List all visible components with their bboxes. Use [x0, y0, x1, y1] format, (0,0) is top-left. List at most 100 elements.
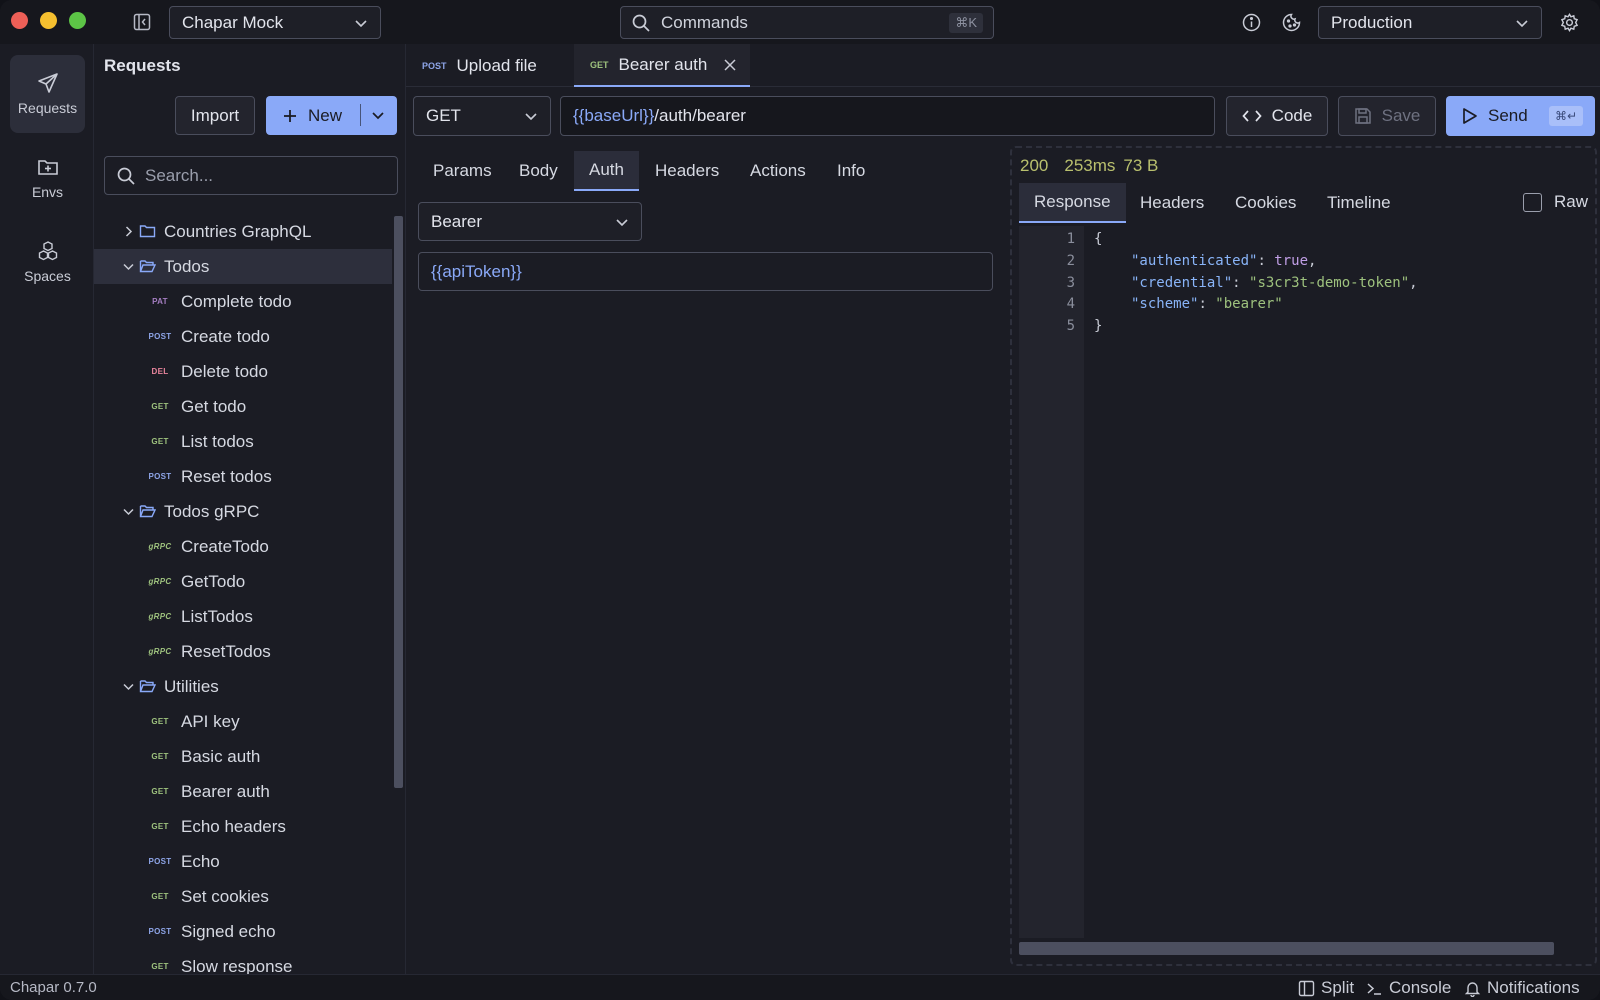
tree-folder-label: Todos	[164, 256, 210, 276]
tab-auth[interactable]: Auth	[574, 151, 639, 191]
activity-spaces[interactable]: Spaces	[10, 223, 85, 301]
tree-scrollbar[interactable]	[394, 216, 403, 788]
gear-icon[interactable]	[1560, 13, 1579, 32]
tree-request-item[interactable]: DEL Delete todo	[94, 354, 392, 389]
tree-request-item[interactable]: gRPC CreateTodo	[94, 529, 392, 564]
close-icon[interactable]	[723, 58, 737, 72]
chevron-right-icon[interactable]	[122, 225, 135, 238]
split-label: Split	[1321, 978, 1355, 997]
sidebar-toggle-icon[interactable]	[133, 13, 151, 31]
requests-panel: Requests Import New Search... Countries …	[94, 44, 406, 974]
raw-toggle[interactable]: Raw	[1523, 192, 1588, 212]
method-badge: GET	[151, 402, 169, 411]
workspace-select[interactable]: Chapar Mock	[169, 6, 381, 39]
tab-method: POST	[422, 60, 447, 71]
bearer-token-input[interactable]: {{apiToken}}	[418, 252, 993, 291]
response-body-editor[interactable]	[1084, 226, 1587, 938]
tab-response-headers[interactable]: Headers	[1125, 183, 1219, 223]
tree-request-item[interactable]: POST Reset todos	[94, 459, 392, 494]
commands-shortcut: ⌘K	[949, 13, 983, 33]
tree-folder-label: Countries GraphQL	[164, 221, 312, 241]
chevron-down-icon[interactable]	[122, 260, 135, 273]
tree-request-item[interactable]: POST Create todo	[94, 319, 392, 354]
json-brace: {	[1094, 231, 1103, 247]
console-button[interactable]: Console	[1366, 978, 1451, 998]
method-badge: POST	[148, 857, 172, 866]
tree-folder[interactable]: Countries GraphQL	[94, 215, 392, 249]
tree-request-item[interactable]: GET Set cookies	[94, 879, 392, 914]
tree-request-item[interactable]: GET Slow response	[94, 949, 392, 975]
tab-body[interactable]: Body	[504, 151, 573, 191]
tree-request-item[interactable]: gRPC ListTodos	[94, 599, 392, 634]
new-button[interactable]: New	[266, 96, 397, 135]
raw-checkbox[interactable]	[1523, 192, 1542, 212]
tab-cookies[interactable]: Cookies	[1220, 183, 1311, 223]
environment-select[interactable]: Production	[1318, 6, 1542, 39]
close-window-button[interactable]	[11, 12, 28, 29]
chevron-down-icon[interactable]	[371, 108, 385, 122]
activity-requests[interactable]: Requests	[10, 55, 85, 133]
url-input[interactable]: {{baseUrl}}/auth/bearer	[560, 96, 1215, 136]
import-button[interactable]: Import	[175, 96, 255, 135]
tree-request-item[interactable]: GET Basic auth	[94, 739, 392, 774]
chevron-down-icon[interactable]	[122, 680, 135, 693]
notifications-button[interactable]: Notifications	[1464, 978, 1580, 998]
cookie-icon[interactable]	[1282, 13, 1301, 32]
horizontal-scrollbar[interactable]	[1019, 942, 1554, 955]
tree-request-item[interactable]: POST Echo	[94, 844, 392, 879]
tree-folder[interactable]: Todos gRPC	[94, 494, 392, 529]
tree-request-item[interactable]: POST Signed echo	[94, 914, 392, 949]
tab-timeline[interactable]: Timeline	[1312, 183, 1406, 223]
line-number: 1	[1066, 231, 1075, 247]
json-brace: }	[1094, 318, 1103, 334]
method-badge: PAT	[152, 297, 168, 306]
code-button[interactable]: Code	[1226, 96, 1328, 136]
tab-upload-file[interactable]: POST Upload file	[406, 44, 566, 87]
plus-icon	[284, 109, 296, 122]
line-number: 5	[1066, 318, 1075, 334]
request-tree: Countries GraphQL Todos PAT Complete todo PO…	[94, 215, 394, 974]
line-number: 2	[1066, 253, 1075, 269]
app-window: Chapar Mock Commands ⌘K Production Reque…	[0, 0, 1600, 1000]
maximize-window-button[interactable]	[69, 12, 86, 29]
folder-open-icon	[139, 505, 156, 518]
tree-request-item[interactable]: GET List todos	[94, 424, 392, 459]
send-shortcut: ⌘↵	[1548, 106, 1583, 126]
tab-method: GET	[590, 59, 609, 70]
tree-folder-label: Todos gRPC	[164, 501, 260, 521]
method-badge: GET	[151, 892, 169, 901]
tree-request-item[interactable]: gRPC ResetTodos	[94, 634, 392, 669]
method-badge: GET	[151, 962, 169, 971]
save-button[interactable]: Save	[1338, 96, 1436, 136]
auth-type-select[interactable]: Bearer	[418, 202, 642, 241]
requests-search-input[interactable]: Search...	[104, 156, 398, 195]
activity-envs[interactable]: Envs	[10, 139, 85, 217]
minimize-window-button[interactable]	[40, 12, 57, 29]
method-badge: gRPC	[148, 612, 172, 621]
tab-info[interactable]: Info	[822, 151, 880, 191]
tab-headers[interactable]: Headers	[640, 151, 734, 191]
line-number: 4	[1066, 296, 1075, 312]
tree-request-item[interactable]: PAT Complete todo	[94, 284, 392, 319]
command-palette-button[interactable]: Commands ⌘K	[620, 6, 994, 39]
method-select[interactable]: GET	[413, 96, 551, 136]
tab-bearer-auth[interactable]: GET Bearer auth	[574, 44, 750, 87]
tree-request-item[interactable]: GET Echo headers	[94, 809, 392, 844]
tab-response[interactable]: Response	[1019, 183, 1126, 223]
tree-request-item[interactable]: GET API key	[94, 704, 392, 739]
send-button[interactable]: Send ⌘↵	[1446, 96, 1595, 136]
method-badge: POST	[148, 927, 172, 936]
tab-params[interactable]: Params	[418, 151, 507, 191]
tree-request-item[interactable]: GET Bearer auth	[94, 774, 392, 809]
tab-actions[interactable]: Actions	[735, 151, 821, 191]
tree-folder[interactable]: Utilities	[94, 669, 392, 704]
code-line: "credential": "s3cr3t-demo-token",	[1131, 275, 1418, 291]
info-icon[interactable]	[1242, 13, 1261, 32]
tree-folder[interactable]: Todos	[94, 249, 392, 284]
tree-request-item[interactable]: GET Get todo	[94, 389, 392, 424]
auth-type-value: Bearer	[431, 211, 483, 231]
chevron-down-icon[interactable]	[122, 505, 135, 518]
tree-request-item[interactable]: gRPC GetTodo	[94, 564, 392, 599]
split-button[interactable]: Split	[1298, 978, 1354, 998]
method-badge: POST	[148, 332, 172, 341]
